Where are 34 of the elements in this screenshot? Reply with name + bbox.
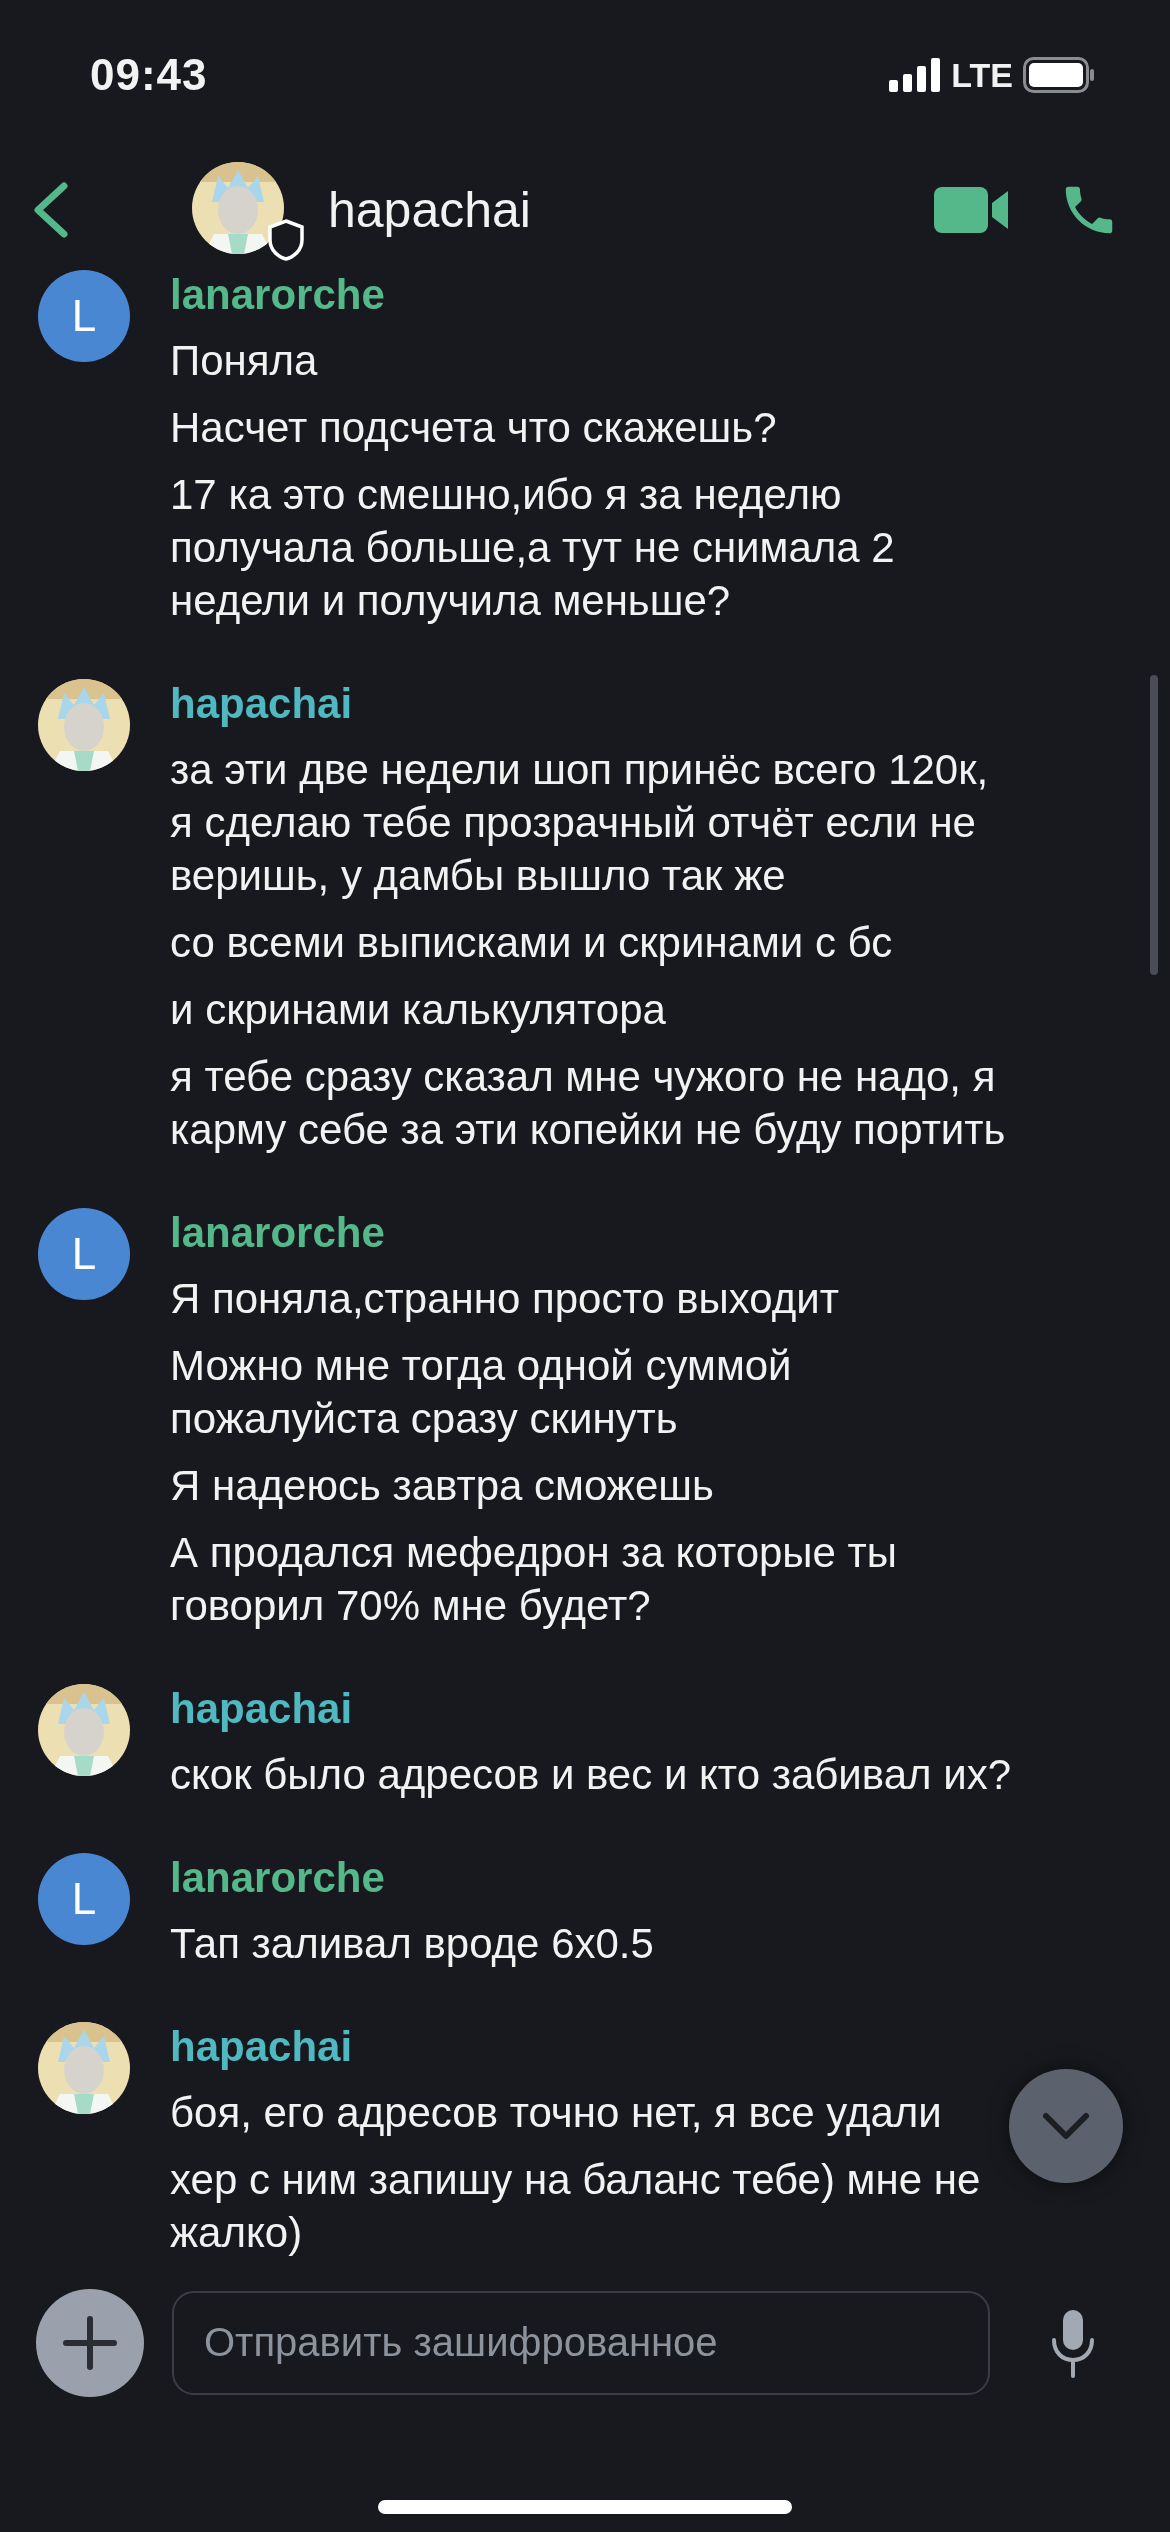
- message-text: Я поняла,странно просто выходит: [170, 1274, 839, 1324]
- message-text: я тебе сразу сказал мне чужого не надо, я карму себе за эти копейки не буду портить: [170, 1052, 1006, 1155]
- message-text: Поняла: [170, 336, 318, 386]
- plus-icon: [63, 2315, 117, 2370]
- author-name: lanarorche: [170, 1853, 386, 1903]
- message-text: Я надеюсь завтра сможешь: [170, 1461, 714, 1511]
- message-text: Насчет подсчета что скажешь?: [170, 403, 777, 453]
- message-text: скок было адресов и вес и кто забивал их?: [170, 1750, 1011, 1800]
- author-name: lanarorche: [170, 270, 386, 320]
- network-label: LTE: [951, 55, 1013, 95]
- message-text: 17 ка это смешно,ибо я за неделю получала больше,а тут не снимала 2 недели и получила меньше?: [170, 470, 895, 626]
- author-name: hapachai: [170, 2022, 354, 2072]
- message-text: хер с ним запишу на баланс тебе) мне не жалко): [170, 2155, 981, 2258]
- video-call-icon[interactable]: [934, 187, 1010, 233]
- message-input[interactable]: Отправить зашифрованное: [172, 2290, 990, 2395]
- message-text: и скринами калькулятора: [170, 985, 666, 1035]
- message-text: Можно мне тогда одной суммой пожалуйста сразу скинуть: [170, 1341, 792, 1444]
- chevron-down-icon: [1041, 2111, 1091, 2141]
- letter-avatar: L: [38, 1208, 130, 1300]
- message-text: боя, его адресов точно нет, я все удали: [170, 2088, 942, 2138]
- chat-title: hapachai: [328, 181, 532, 239]
- status-time: 09:43: [90, 50, 208, 100]
- signal-icon: [889, 58, 942, 92]
- message-text: за эти две недели шоп принёс всего 120к, я сделаю тебе прозрачный отчёт если не веришь, у дамбы вышло так же: [170, 745, 989, 901]
- letter-avatar: L: [38, 270, 130, 362]
- battery-icon: [1023, 57, 1095, 93]
- shield-icon: [266, 218, 306, 262]
- message-text: Тап заливал вроде 6х0.5: [170, 1919, 654, 1969]
- author-name: hapachai: [170, 679, 354, 729]
- message-text: со всеми выписками и скринами с бс: [170, 918, 893, 968]
- author-name: lanarorche: [170, 1208, 386, 1258]
- letter-avatar: L: [38, 1853, 130, 1945]
- author-name: hapachai: [170, 1684, 354, 1734]
- message-text: А продался мефедрон за которые ты говорил 70% мне будет?: [170, 1528, 897, 1631]
